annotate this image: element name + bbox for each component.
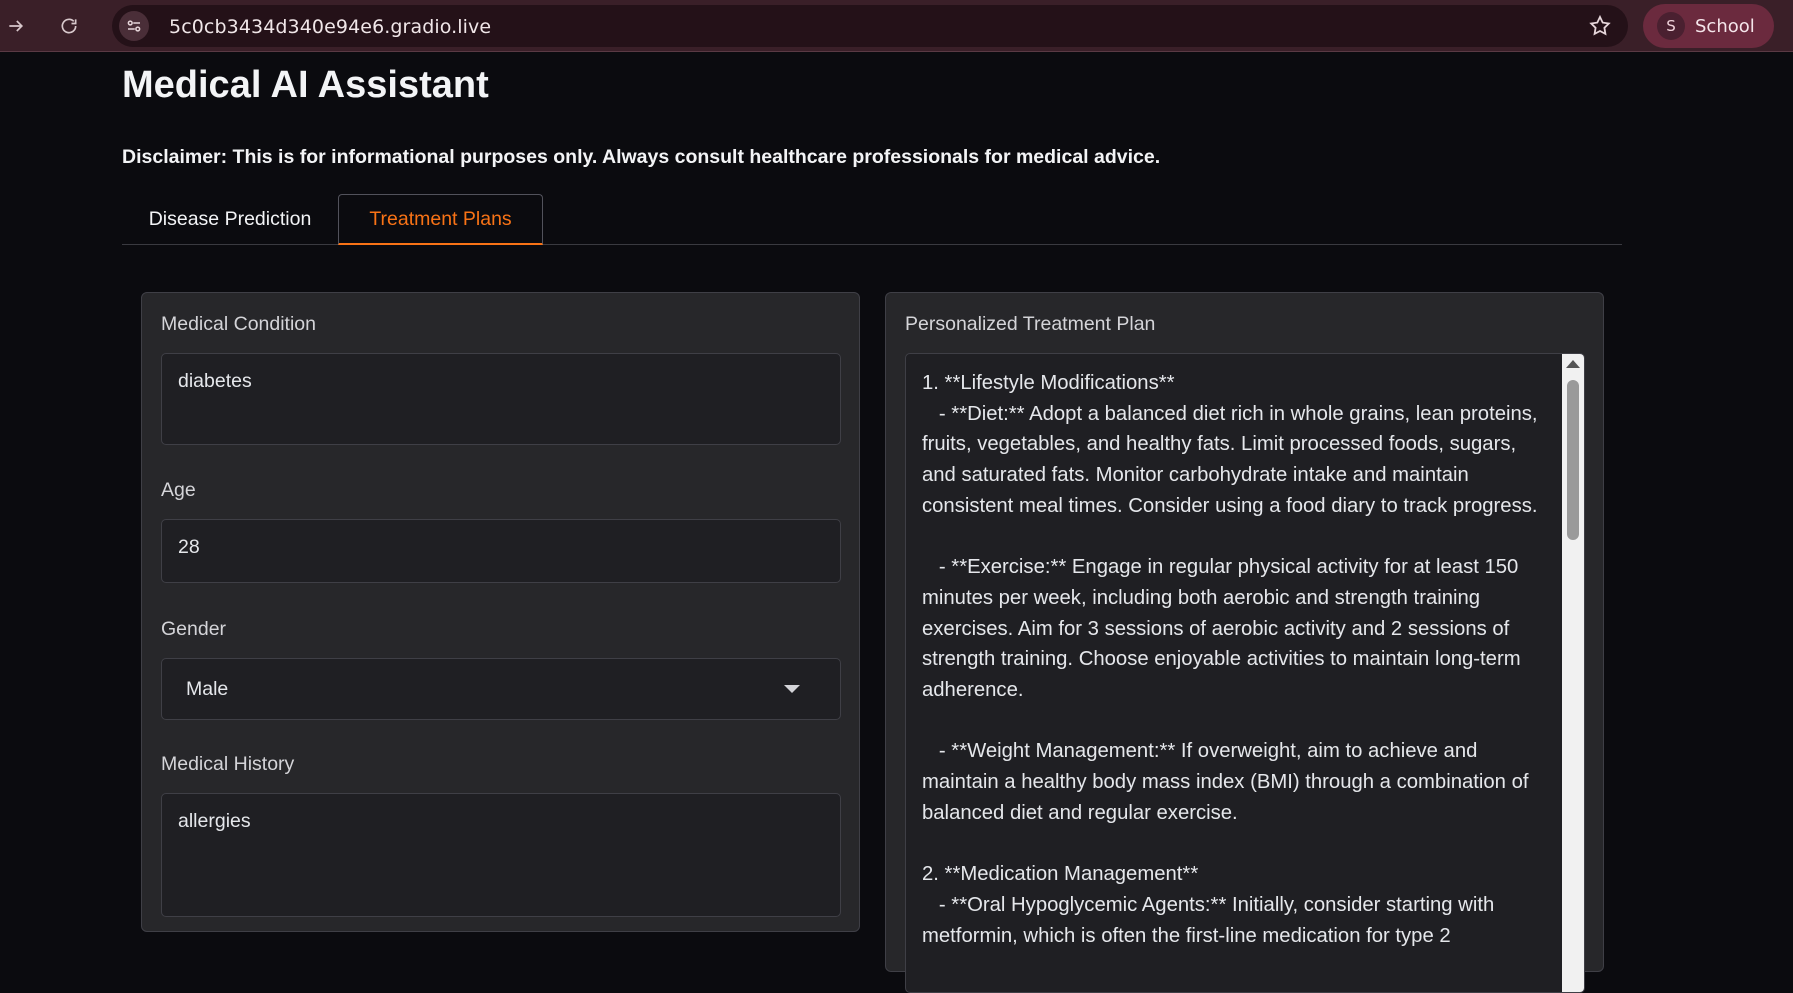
address-bar[interactable]: 5c0cb3434d340e94e6.gradio.live	[112, 5, 1628, 47]
tab-disease-prediction[interactable]: Disease Prediction	[122, 194, 338, 245]
tab-bar: Disease Prediction Treatment Plans	[122, 194, 1622, 245]
url-text[interactable]: 5c0cb3434d340e94e6.gradio.live	[169, 16, 491, 38]
condition-label: Medical Condition	[161, 313, 317, 335]
disclaimer-text: Disclaimer: This is for informational pu…	[122, 146, 1161, 168]
dropdown-caret-icon[interactable]	[784, 685, 800, 693]
output-label: Personalized Treatment Plan	[905, 313, 1156, 335]
profile-name: School	[1695, 15, 1755, 37]
output-panel: Personalized Treatment Plan 1. **Lifesty…	[885, 292, 1604, 993]
history-label: Medical History	[161, 753, 295, 775]
forward-arrow-icon[interactable]	[0, 10, 32, 42]
medical-condition-input[interactable]: diabetes	[161, 353, 841, 445]
tab-treatment-plans[interactable]: Treatment Plans	[338, 194, 543, 245]
age-label: Age	[161, 479, 196, 501]
scroll-thumb[interactable]	[1567, 380, 1579, 540]
site-info-icon[interactable]	[119, 11, 149, 41]
medical-history-input[interactable]: allergies	[161, 793, 841, 917]
star-icon[interactable]	[1588, 14, 1612, 38]
browser-toolbar: 5c0cb3434d340e94e6.gradio.live S School	[0, 0, 1793, 52]
page-title: Medical AI Assistant	[122, 64, 489, 106]
gender-label: Gender	[161, 618, 227, 640]
scroll-up-icon[interactable]	[1566, 360, 1580, 368]
gender-dropdown[interactable]: Male	[161, 658, 841, 720]
profile-button[interactable]: S School	[1643, 4, 1774, 48]
reload-icon[interactable]	[53, 10, 85, 42]
treatment-plan-text: 1. **Lifestyle Modifications** - **Diet:…	[922, 372, 1538, 947]
treatment-plan-output[interactable]: 1. **Lifestyle Modifications** - **Diet:…	[905, 353, 1585, 993]
output-scrollbar[interactable]	[1562, 354, 1584, 992]
avatar: S	[1657, 12, 1685, 40]
gender-selected-value: Male	[186, 677, 229, 700]
age-input[interactable]: 28	[161, 519, 841, 583]
input-panel: Medical Condition diabetes Age 28 Gender…	[141, 292, 860, 932]
